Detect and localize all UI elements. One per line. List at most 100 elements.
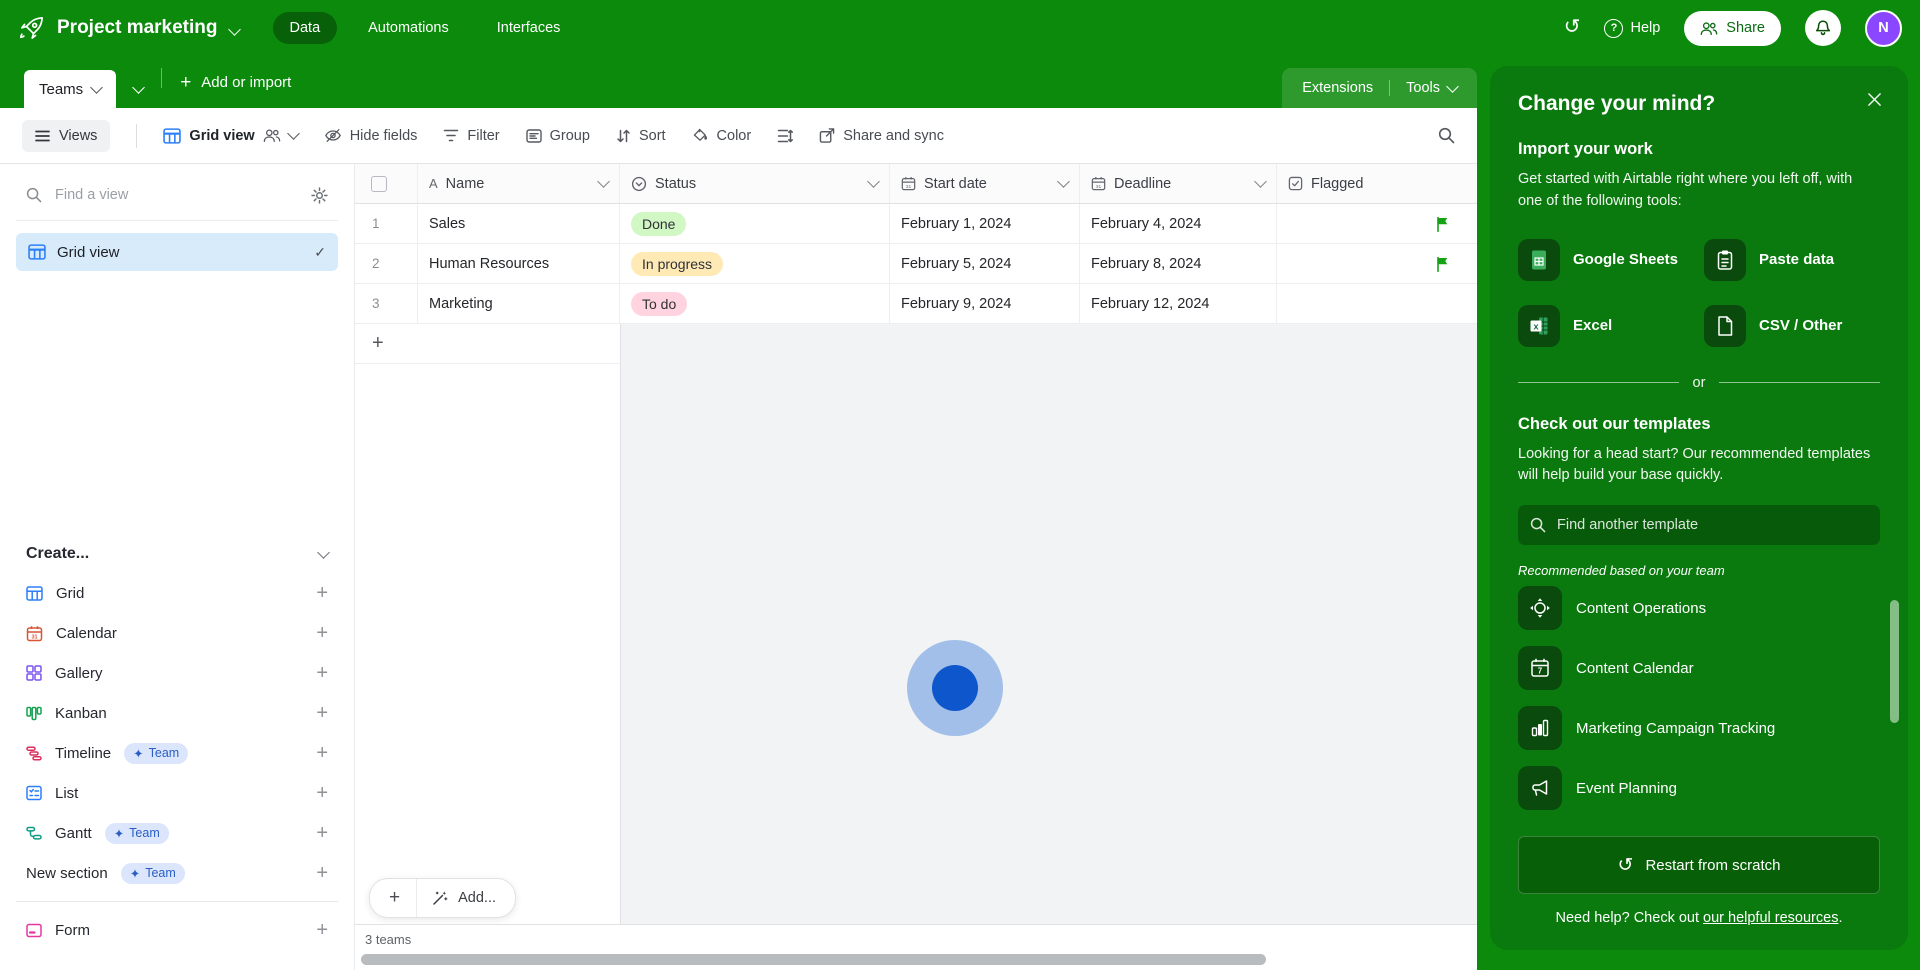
cell-flagged[interactable] [1277, 284, 1477, 323]
cell-start-date[interactable]: February 1, 2024 [890, 204, 1080, 243]
column-header-flagged[interactable]: Flagged [1277, 164, 1477, 203]
tools-button[interactable]: Tools [1406, 79, 1459, 96]
cell-flagged[interactable] [1277, 244, 1477, 283]
column-header-deadline[interactable]: 31 Deadline [1080, 164, 1277, 203]
table-row[interactable]: 3 Marketing To do February 9, 2024 Febru… [355, 284, 1477, 324]
template-content-calendar[interactable]: 7 Content Calendar [1518, 638, 1880, 698]
plus-icon[interactable]: + [370, 879, 418, 917]
add-timeline-button[interactable]: + [316, 743, 328, 763]
add-grid-button[interactable]: + [316, 583, 328, 603]
avatar[interactable]: N [1865, 9, 1902, 47]
cell-start-date[interactable]: February 5, 2024 [890, 244, 1080, 283]
views-sidebar: Grid view ✓ Create... Grid + 31 Calendar… [0, 164, 355, 970]
share-button[interactable]: Share [1684, 10, 1781, 46]
sidebar-item-kanban[interactable]: Kanban + [16, 693, 338, 733]
search-icon[interactable] [1438, 127, 1455, 144]
find-template-input[interactable]: Find another template [1518, 505, 1880, 545]
select-all-checkbox[interactable] [355, 164, 418, 203]
table-list-chevron-button[interactable] [116, 70, 161, 108]
sidebar-item-grid[interactable]: Grid + [16, 573, 338, 613]
hide-fields-button[interactable]: Hide fields [324, 128, 417, 144]
tab-interfaces[interactable]: Interfaces [480, 12, 578, 44]
gear-icon[interactable] [311, 186, 328, 204]
restart-from-scratch-button[interactable]: ↺ Restart from scratch [1518, 836, 1880, 894]
template-marketing-campaign-tracking[interactable]: Marketing Campaign Tracking [1518, 698, 1880, 758]
grid-header-row: A Name Status 31 Start date 31 Deadline … [355, 164, 1477, 204]
sidebar-item-timeline[interactable]: Timeline ✦ Team + [16, 733, 338, 773]
import-paste-data-button[interactable]: Paste data [1704, 238, 1880, 281]
sidebar-item-gantt[interactable]: Gantt ✦ Team + [16, 813, 338, 853]
helpful-resources-link[interactable]: our helpful resources [1703, 910, 1838, 926]
cell-status[interactable]: Done [620, 204, 890, 243]
create-section-header[interactable]: Create... [16, 545, 338, 573]
table-chevron-down-icon[interactable] [90, 80, 104, 94]
cell-deadline[interactable]: February 4, 2024 [1080, 204, 1277, 243]
table-row[interactable]: 2 Human Resources In progress February 5… [355, 244, 1477, 284]
table-row[interactable]: 1 Sales Done February 1, 2024 February 4… [355, 204, 1477, 244]
add-section-button[interactable]: + [316, 863, 328, 883]
help-button[interactable]: ? Help [1604, 18, 1660, 38]
import-excel-button[interactable]: x Excel [1518, 304, 1694, 347]
extensions-tools-bar: Extensions Tools [1282, 68, 1477, 108]
color-button[interactable]: Color [692, 128, 751, 144]
cell-status[interactable]: To do [620, 284, 890, 323]
add-list-button[interactable]: + [316, 783, 328, 803]
chevron-down-icon [132, 80, 146, 94]
cell-deadline[interactable]: February 12, 2024 [1080, 284, 1277, 323]
add-gantt-button[interactable]: + [316, 823, 328, 843]
sidebar-item-grid-view[interactable]: Grid view ✓ [16, 233, 338, 271]
add-calendar-button[interactable]: + [316, 623, 328, 643]
add-gallery-button[interactable]: + [316, 663, 328, 683]
cell-name[interactable]: Sales [418, 204, 620, 243]
grid-view-button[interactable]: Grid view [163, 127, 300, 144]
add-record-pill[interactable]: + Add... [369, 878, 516, 918]
extensions-button[interactable]: Extensions [1302, 80, 1373, 96]
cell-flagged[interactable] [1277, 204, 1477, 243]
row-height-button[interactable] [777, 129, 794, 143]
filter-button[interactable]: Filter [443, 128, 500, 144]
tab-data[interactable]: Data [272, 12, 338, 44]
column-chevron-down-icon[interactable] [867, 175, 880, 188]
share-and-sync-button[interactable]: Share and sync [819, 128, 944, 144]
column-chevron-down-icon[interactable] [597, 175, 610, 188]
horizontal-scrollbar[interactable] [361, 954, 1266, 965]
close-icon[interactable] [1867, 92, 1882, 107]
vertical-scrollbar[interactable] [1890, 600, 1899, 723]
column-header-name[interactable]: A Name [418, 164, 620, 203]
tab-automations[interactable]: Automations [351, 12, 466, 44]
rocket-logo-icon[interactable] [18, 15, 45, 42]
cell-status[interactable]: In progress [620, 244, 890, 283]
add-form-button[interactable]: + [316, 920, 328, 940]
base-name[interactable]: Project marketing [57, 17, 218, 39]
base-chevron-down-icon[interactable] [227, 22, 241, 36]
add-or-import-button[interactable]: + Add or import [162, 56, 309, 108]
column-chevron-down-icon[interactable] [1254, 175, 1267, 188]
cell-start-date[interactable]: February 9, 2024 [890, 284, 1080, 323]
column-header-start-date[interactable]: 31 Start date [890, 164, 1080, 203]
group-button[interactable]: Group [525, 128, 590, 144]
add-kanban-button[interactable]: + [316, 703, 328, 723]
history-icon[interactable]: ↺ [1564, 17, 1581, 37]
column-header-status[interactable]: Status [620, 164, 890, 203]
sidebar-item-gallery[interactable]: Gallery + [16, 653, 338, 693]
sidebar-item-calendar[interactable]: 31 Calendar + [16, 613, 338, 653]
notifications-bell-button[interactable] [1805, 10, 1841, 46]
add-with-ai-button[interactable]: Add... [417, 879, 515, 917]
sidebar-item-new-section[interactable]: New section ✦ Team + [16, 853, 338, 893]
sidebar-item-form[interactable]: Form + [16, 910, 338, 950]
import-csv-button[interactable]: CSV / Other [1704, 304, 1880, 347]
content-operations-icon [1518, 586, 1562, 630]
template-event-planning[interactable]: Event Planning [1518, 758, 1880, 818]
find-view-input[interactable] [53, 186, 300, 204]
cell-name[interactable]: Marketing [418, 284, 620, 323]
cell-deadline[interactable]: February 8, 2024 [1080, 244, 1277, 283]
table-tab-teams[interactable]: Teams [24, 70, 117, 108]
sidebar-item-list[interactable]: List + [16, 773, 338, 813]
sort-button[interactable]: Sort [616, 128, 666, 144]
import-google-sheets-button[interactable]: Google Sheets [1518, 238, 1694, 281]
template-content-operations[interactable]: Content Operations [1518, 578, 1880, 638]
add-row-button[interactable]: + [355, 324, 620, 364]
column-chevron-down-icon[interactable] [1057, 175, 1070, 188]
views-button[interactable]: Views [22, 119, 111, 152]
cell-name[interactable]: Human Resources [418, 244, 620, 283]
